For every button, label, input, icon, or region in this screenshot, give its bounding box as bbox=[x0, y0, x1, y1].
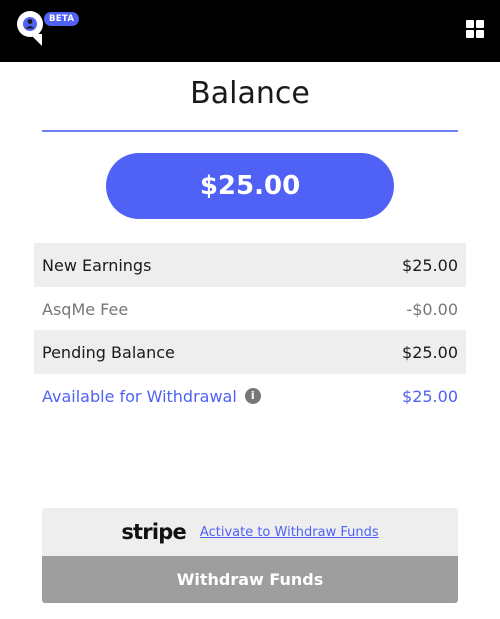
withdraw-funds-button[interactable]: Withdraw Funds bbox=[42, 556, 458, 603]
q-logo-icon[interactable] bbox=[16, 10, 46, 48]
activate-link[interactable]: Activate to Withdraw Funds bbox=[200, 525, 379, 540]
row-value: $25.00 bbox=[402, 342, 458, 362]
title-divider bbox=[42, 130, 458, 132]
page-title: Balance bbox=[190, 76, 310, 111]
row-label: Available for Withdrawal bbox=[42, 386, 237, 406]
row-available-withdrawal: Available for Withdrawal i $25.00 bbox=[34, 374, 466, 418]
row-new-earnings: New Earnings $25.00 bbox=[34, 243, 466, 287]
stripe-activation-panel: stripe Activate to Withdraw Funds bbox=[42, 508, 458, 556]
row-value: $25.00 bbox=[402, 255, 458, 275]
row-pending-balance: Pending Balance $25.00 bbox=[34, 330, 466, 374]
row-value: -$0.00 bbox=[406, 299, 458, 319]
beta-badge: BETA bbox=[44, 12, 80, 26]
row-fee: AsqMe Fee -$0.00 bbox=[34, 287, 466, 331]
balance-amount: $25.00 bbox=[106, 153, 394, 219]
row-label: Pending Balance bbox=[42, 342, 175, 362]
row-label: AsqMe Fee bbox=[42, 299, 129, 319]
row-label: New Earnings bbox=[42, 255, 152, 275]
grid-menu-icon[interactable] bbox=[466, 20, 484, 38]
info-icon[interactable]: i bbox=[244, 388, 261, 404]
row-value: $25.00 bbox=[402, 386, 458, 406]
stripe-logo: stripe bbox=[121, 520, 186, 544]
top-bar: BETA bbox=[0, 0, 500, 62]
